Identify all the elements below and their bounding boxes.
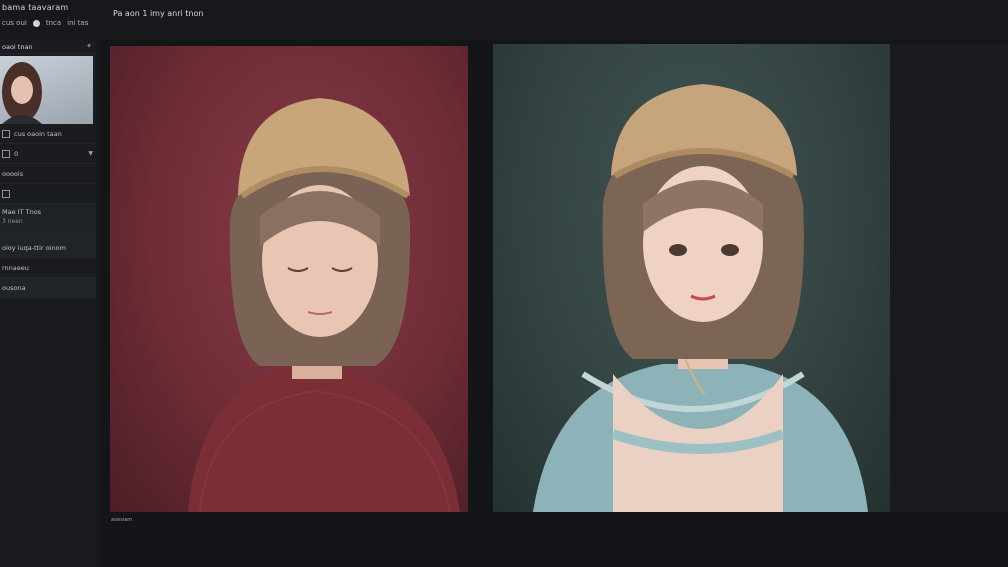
canvas-area: aoesiam [100, 40, 1008, 567]
avatar-thumbnail[interactable] [0, 56, 93, 124]
meta-row: cus oui tnca ini tas [2, 19, 88, 27]
checkbox[interactable] [2, 129, 10, 138]
portrait-red-sweater-icon [188, 98, 460, 512]
sidebar-row-label: cus oaoin taan [14, 129, 62, 138]
sidebar-row[interactable]: ousona [0, 278, 96, 298]
canvas-title: Pa aon 1 imy anri tnon [113, 9, 204, 18]
chevron-down-icon: ▼ [88, 150, 93, 157]
sidebar-header-label: oaoi tnan [2, 43, 33, 51]
sidebar-row[interactable]: Mae IT Tnos 3 neen [0, 204, 96, 238]
sidebar-row-label: 0 [14, 149, 19, 158]
sidebar-row-label: oooois [2, 169, 24, 178]
meta-item[interactable]: tnca [46, 19, 61, 27]
sidebar-row-sublabel: 3 neen [2, 218, 23, 225]
empty-area [890, 44, 1008, 512]
sidebar-row[interactable]: oooois [0, 164, 96, 184]
sidebar-row-label: ousona [2, 283, 26, 292]
top-bar: bama taavaram cus oui tnca ini tas Pa ao… [0, 0, 1008, 40]
sidebar-header: oaoi tnan ✦ [0, 40, 96, 54]
sidebar-row[interactable]: oioy iuqa-ttir oinom [0, 238, 96, 258]
image-caption: aoesiam [111, 517, 133, 523]
image-left[interactable] [110, 46, 468, 512]
pin-icon[interactable]: ✦ [86, 42, 92, 50]
app-title: bama taavaram [2, 3, 69, 12]
sidebar-row-label: Mae IT Tnos [2, 208, 42, 216]
checkbox[interactable] [2, 189, 10, 198]
image-right[interactable] [493, 44, 890, 512]
sidebar-checkbox-row[interactable] [0, 184, 96, 204]
checkbox[interactable] [2, 149, 10, 158]
sidebar-row-label: rnnaeeu [2, 263, 29, 272]
portrait-thumbnail-icon [2, 62, 42, 124]
sidebar: oaoi tnan ✦ cus oaoin taan 0 ▼ oooois Ma… [0, 40, 96, 567]
sidebar-row[interactable]: cus oaoin taan [0, 124, 96, 144]
sidebar-row-label: oioy iuqa-ttir oinom [2, 243, 66, 252]
meta-item[interactable]: cus oui [2, 19, 27, 27]
status-dot-icon [32, 19, 40, 27]
meta-item[interactable]: ini tas [67, 19, 88, 27]
sidebar-select[interactable]: 0 ▼ [0, 144, 96, 164]
portrait-teal-dress-icon [533, 84, 868, 512]
sidebar-row[interactable]: rnnaeeu [0, 258, 96, 278]
